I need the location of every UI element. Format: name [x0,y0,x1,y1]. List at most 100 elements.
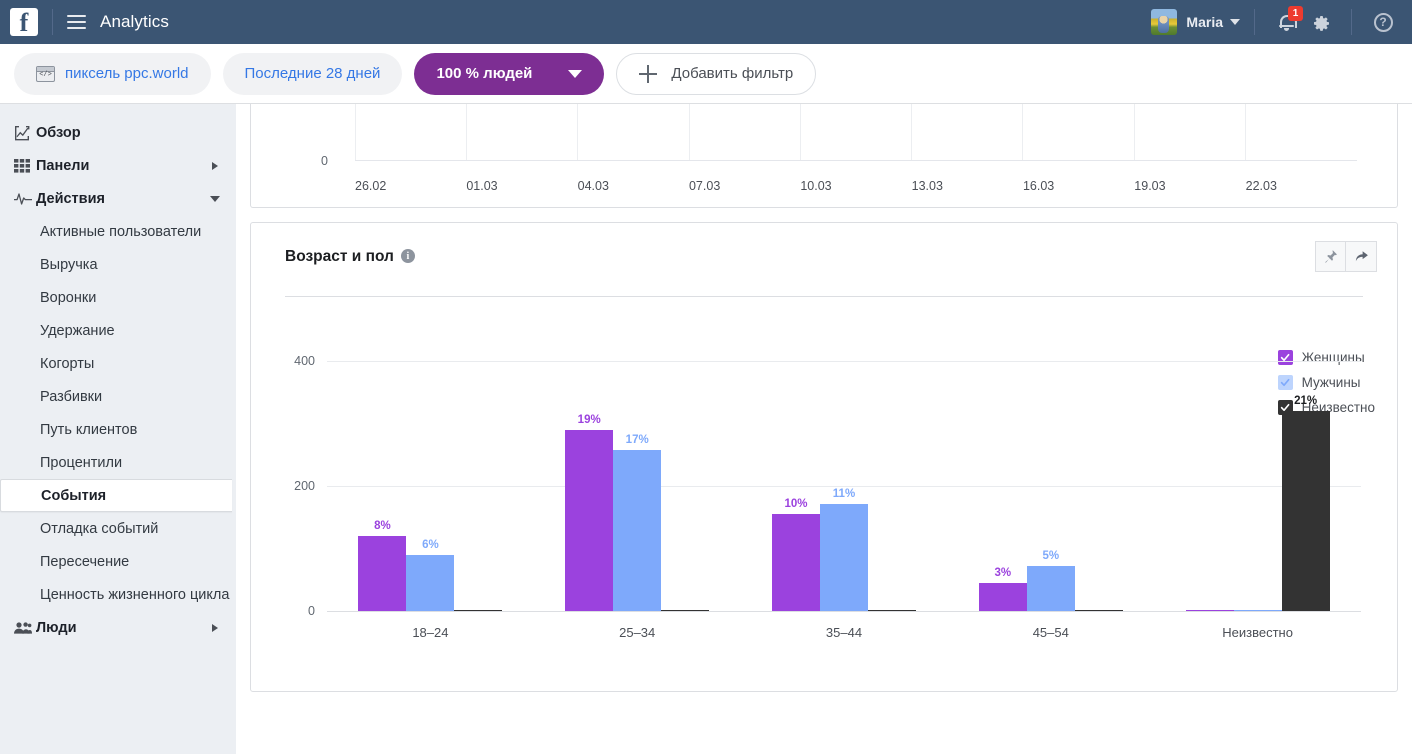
bar-value-label: 3% [994,567,1012,579]
timeline-x-labels: 26.02 01.03 04.03 07.03 10.03 13.03 16.0… [355,179,1357,193]
people-percent-word: людей [483,65,533,82]
avatar[interactable] [1151,9,1178,35]
bar-female[interactable]: 10% [771,498,820,611]
info-icon[interactable]: i [400,249,415,263]
sidebar-item-label: Удержание [40,322,115,339]
pin-button[interactable] [1315,241,1346,272]
card-action-buttons [1315,241,1377,272]
bar-plot: 8% 6% 19% 17% 10% 11% 3% 5% 21% [327,361,1361,611]
sidebar-item-revenue[interactable]: Выручка [0,248,236,281]
chevron-right-icon [212,623,218,632]
sidebar-item-panels[interactable]: Панели [0,149,236,182]
panels-icon [14,158,36,173]
sidebar-item-label: Отладка событий [40,520,159,537]
x-tick-label: 35–44 [825,625,863,640]
add-filter-button[interactable]: Добавить фильтр [616,52,817,95]
share-icon [1355,251,1368,262]
x-tick-label: 19.03 [1134,179,1166,193]
help-button[interactable]: ? [1366,0,1400,44]
user-name-label[interactable]: Maria [1186,14,1223,30]
sidebar: Обзор Панели Действия Активные пользоват… [0,104,236,754]
sidebar-item-label: Пересечение [40,553,130,570]
y-tick-label: 200 [294,479,315,493]
date-range-button[interactable]: Последние 28 дней [222,52,403,95]
bar-female[interactable]: 19% [565,414,614,611]
bar-unknown[interactable] [661,610,710,611]
add-filter-label: Добавить фильтр [671,65,794,82]
settings-button[interactable] [1303,0,1337,44]
sidebar-item-retention[interactable]: Удержание [0,314,236,347]
timeline-y-tick-0: 0 [321,154,328,168]
x-tick-label: 22.03 [1245,179,1277,193]
sidebar-item-label: Выручка [40,256,98,273]
sidebar-item-events[interactable]: События [0,479,232,512]
bar-male[interactable]: 17% [613,434,662,611]
x-tick-label: 18–24 [412,625,449,640]
bar-female[interactable]: 3% [978,567,1027,611]
previous-chart-card: 0 26.02 01.03 04.03 07.03 10.03 13.03 16… [250,104,1398,208]
sidebar-item-overlap[interactable]: Пересечение [0,545,236,578]
x-tick-label: Неизвестно [1222,625,1293,640]
chevron-down-icon[interactable] [1230,19,1240,25]
hamburger-menu-icon[interactable] [67,15,86,29]
pixel-selector-button[interactable]: пиксель ppc.world [14,52,211,95]
bar-unknown[interactable]: 21% [1281,395,1330,611]
sidebar-item-customer-journey[interactable]: Путь клиентов [0,413,236,446]
bar-group-45-54: 3% 5% [947,361,1154,611]
bar-male[interactable] [1233,610,1282,611]
bar-value-label: 21% [1294,395,1318,407]
x-tick-label: 16.03 [1022,179,1055,193]
sidebar-item-breakdowns[interactable]: Разбивки [0,380,236,413]
x-tick-label: 01.03 [466,179,498,193]
sidebar-item-lifetime-value[interactable]: Ценность жизненного цикла [0,578,236,611]
nav-divider [52,9,53,35]
people-percent-value: 100 % [436,65,479,82]
gear-icon [1312,14,1329,31]
bar-male[interactable]: 11% [819,488,868,611]
bar-group-25-34: 19% 17% [534,361,741,611]
actions-icon [14,192,36,206]
chevron-right-icon [212,161,218,170]
x-tick-label: 25–34 [619,625,656,640]
bar-male[interactable]: 6% [406,539,455,611]
nav-divider [1254,9,1255,35]
sidebar-item-actions[interactable]: Действия [0,182,236,215]
bar-unknown[interactable] [867,610,916,611]
bar-female[interactable]: 8% [358,520,407,611]
pin-icon [1325,250,1337,263]
nav-right-group: Maria 1 ? [1151,0,1400,44]
app-title: Analytics [100,12,169,31]
top-navigation-bar: f Analytics Maria 1 ? [0,0,1412,44]
bar-group-unknown: 21% [1154,361,1361,611]
bar-female[interactable] [1185,610,1234,611]
facebook-logo[interactable]: f [10,8,38,36]
sidebar-item-overview[interactable]: Обзор [0,116,236,149]
x-tick-label: 04.03 [577,179,609,193]
page-body: Обзор Панели Действия Активные пользоват… [0,104,1412,754]
bar-unknown[interactable] [1074,610,1123,611]
bar-unknown[interactable] [454,610,503,611]
sidebar-item-funnels[interactable]: Воронки [0,281,236,314]
sidebar-item-event-debugging[interactable]: Отладка событий [0,512,236,545]
sidebar-item-label: Разбивки [40,388,103,405]
chevron-down-icon [210,195,220,202]
sidebar-item-percentiles[interactable]: Процентили [0,446,236,479]
sidebar-item-label: Воронки [40,289,97,306]
bar-value-label: 6% [422,538,439,551]
people-percent-button[interactable]: 100 % людей [414,52,605,95]
axis-line [327,611,1361,612]
notifications-button[interactable]: 1 [1269,0,1303,44]
overview-icon [14,125,36,141]
sidebar-item-label: Обзор [36,124,81,141]
card-title-text: Возраст и пол [285,247,394,265]
bar-value-label: 10% [784,498,808,510]
sidebar-item-people[interactable]: Люди [0,611,236,644]
y-tick-label: 400 [294,354,315,368]
sidebar-item-cohorts[interactable]: Когорты [0,347,236,380]
x-tick-label: 45–54 [1032,625,1069,640]
bar-male[interactable]: 5% [1026,550,1075,611]
bar-value-label: 17% [625,433,649,446]
sidebar-item-label: Активные пользователи [40,223,202,240]
share-button[interactable] [1346,241,1377,272]
sidebar-item-active-users[interactable]: Активные пользователи [0,215,236,248]
